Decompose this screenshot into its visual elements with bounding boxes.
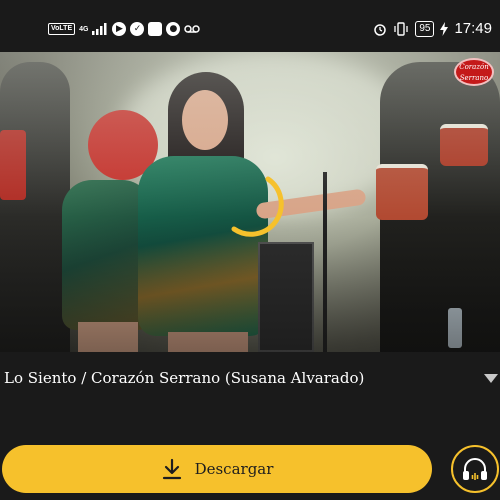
listen-button[interactable] [451, 445, 499, 493]
notification-app-icon: ▶ [112, 22, 127, 36]
voicemail-icon [184, 25, 201, 33]
track-title: Lo Siento / Corazón Serrano (Susana Alva… [4, 369, 365, 387]
signal-icon [92, 23, 107, 35]
headphones-icon [463, 458, 487, 480]
battery-level: 95 [415, 20, 435, 37]
vibrate-icon [394, 21, 408, 36]
charging-icon [440, 21, 449, 36]
status-right-icons: 95 17:49 [373, 20, 492, 37]
channel-logo: Corazón Serrano [454, 58, 494, 86]
check-notification-icon: ✓ [130, 22, 145, 36]
channel-logo-text-1: Corazón [459, 63, 489, 71]
clock: 17:49 [454, 20, 492, 37]
download-icon [162, 458, 181, 480]
channel-logo-text-2: Serrano [459, 74, 489, 82]
idea-notification-icon: ● [166, 22, 181, 36]
alarm-icon [374, 23, 387, 36]
loading-spinner-icon [231, 176, 284, 237]
video-player[interactable]: Corazón Serrano [0, 52, 500, 352]
status-bar: VoLTE 4G ▶ ✓ ● 95 17:49 [0, 0, 500, 52]
download-label: Descargar [194, 460, 274, 478]
expand-chevron-down-icon[interactable] [484, 374, 498, 383]
network-type-indicator: 4G [79, 25, 89, 33]
download-button[interactable]: Descargar [2, 445, 432, 493]
volte-indicator: VoLTE [48, 23, 76, 35]
app-notification-icon [148, 22, 163, 36]
status-left-icons: VoLTE 4G ▶ ✓ ● [48, 22, 201, 36]
